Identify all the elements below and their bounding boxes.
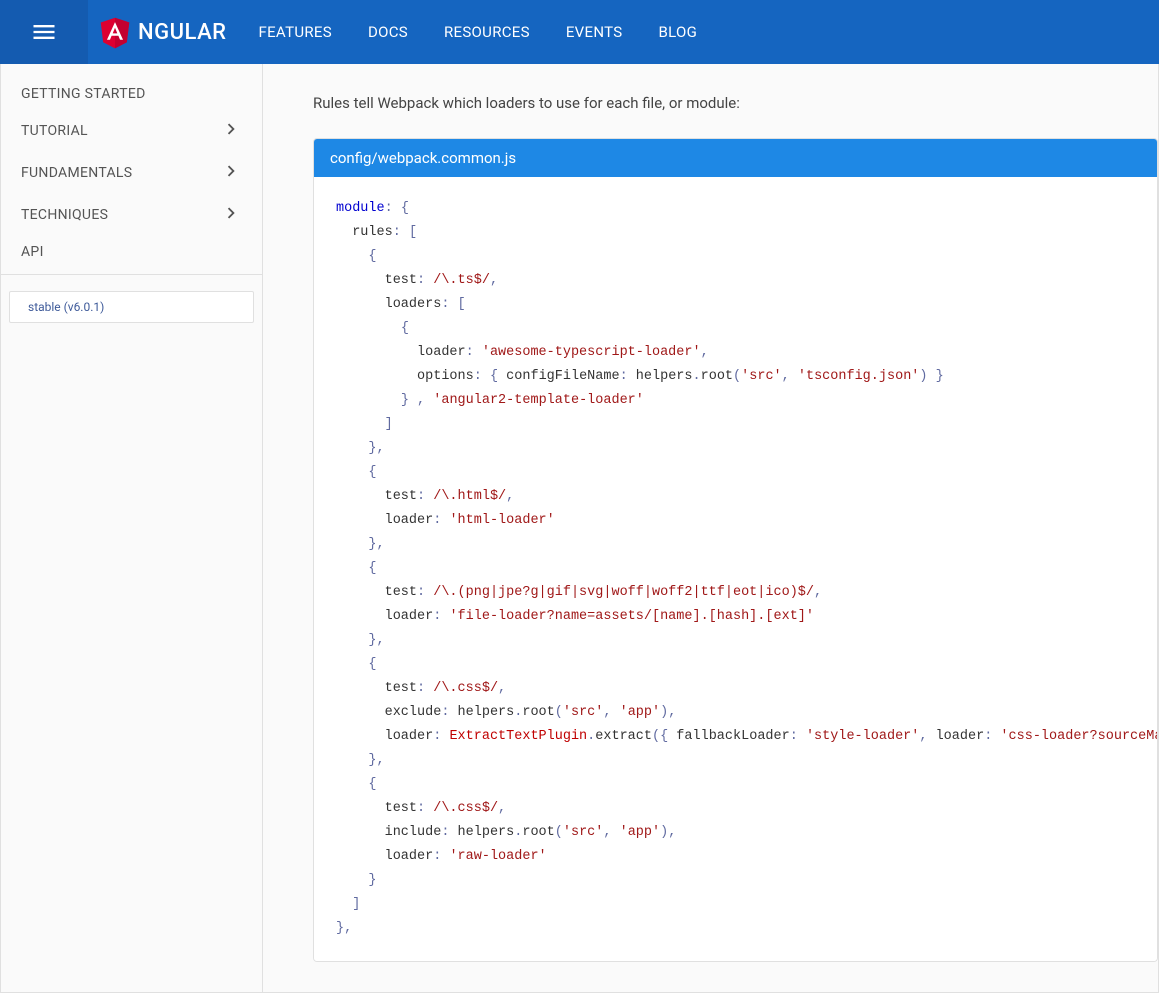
intro-text: Rules tell Webpack which loaders to use … — [313, 94, 1158, 112]
sidebar-item-tutorial[interactable]: TUTORIAL — [1, 110, 262, 152]
nav-link-features[interactable]: FEATURES — [259, 23, 332, 41]
sidebar: GETTING STARTED TUTORIAL FUNDAMENTALS TECHN… — [1, 64, 263, 992]
sidebar-item-label: GETTING STARTED — [21, 86, 146, 102]
chevron-right-icon — [220, 160, 242, 186]
nav-link-resources[interactable]: RESOURCES — [444, 23, 530, 41]
primary-nav: FEATURES DOCS RESOURCES EVENTS BLOG — [259, 23, 698, 41]
sidebar-item-getting-started[interactable]: GETTING STARTED — [1, 78, 262, 110]
sidebar-item-api[interactable]: API — [1, 236, 262, 268]
sidebar-item-label: FUNDAMENTALS — [21, 165, 132, 181]
sidebar-item-label: TECHNIQUES — [21, 207, 108, 223]
version-selector[interactable]: stable (v6.0.1) — [9, 291, 254, 323]
brand-text: NGULAR — [138, 20, 227, 45]
nav-link-blog[interactable]: BLOG — [658, 23, 697, 41]
sidebar-item-fundamentals[interactable]: FUNDAMENTALS — [1, 152, 262, 194]
hamburger-icon — [30, 18, 58, 46]
code-body: module: { rules: [ { test: /\.ts$/, load… — [314, 177, 1157, 961]
sidebar-item-label: TUTORIAL — [21, 123, 88, 139]
main-content: Rules tell Webpack which loaders to use … — [263, 64, 1158, 992]
menu-button[interactable] — [0, 0, 88, 64]
chevron-right-icon — [220, 118, 242, 144]
chevron-right-icon — [220, 202, 242, 228]
sidebar-item-label: API — [21, 244, 44, 260]
code-example: config/webpack.common.js module: { rules… — [313, 138, 1158, 962]
angular-shield-icon — [98, 14, 132, 50]
code-filename: config/webpack.common.js — [314, 139, 1157, 177]
sidebar-item-techniques[interactable]: TECHNIQUES — [1, 194, 262, 236]
nav-link-docs[interactable]: DOCS — [368, 23, 408, 41]
nav-link-events[interactable]: EVENTS — [566, 23, 623, 41]
top-nav: NGULAR FEATURES DOCS RESOURCES EVENTS BLOG — [0, 0, 1159, 64]
brand-logo[interactable]: NGULAR — [88, 14, 237, 50]
